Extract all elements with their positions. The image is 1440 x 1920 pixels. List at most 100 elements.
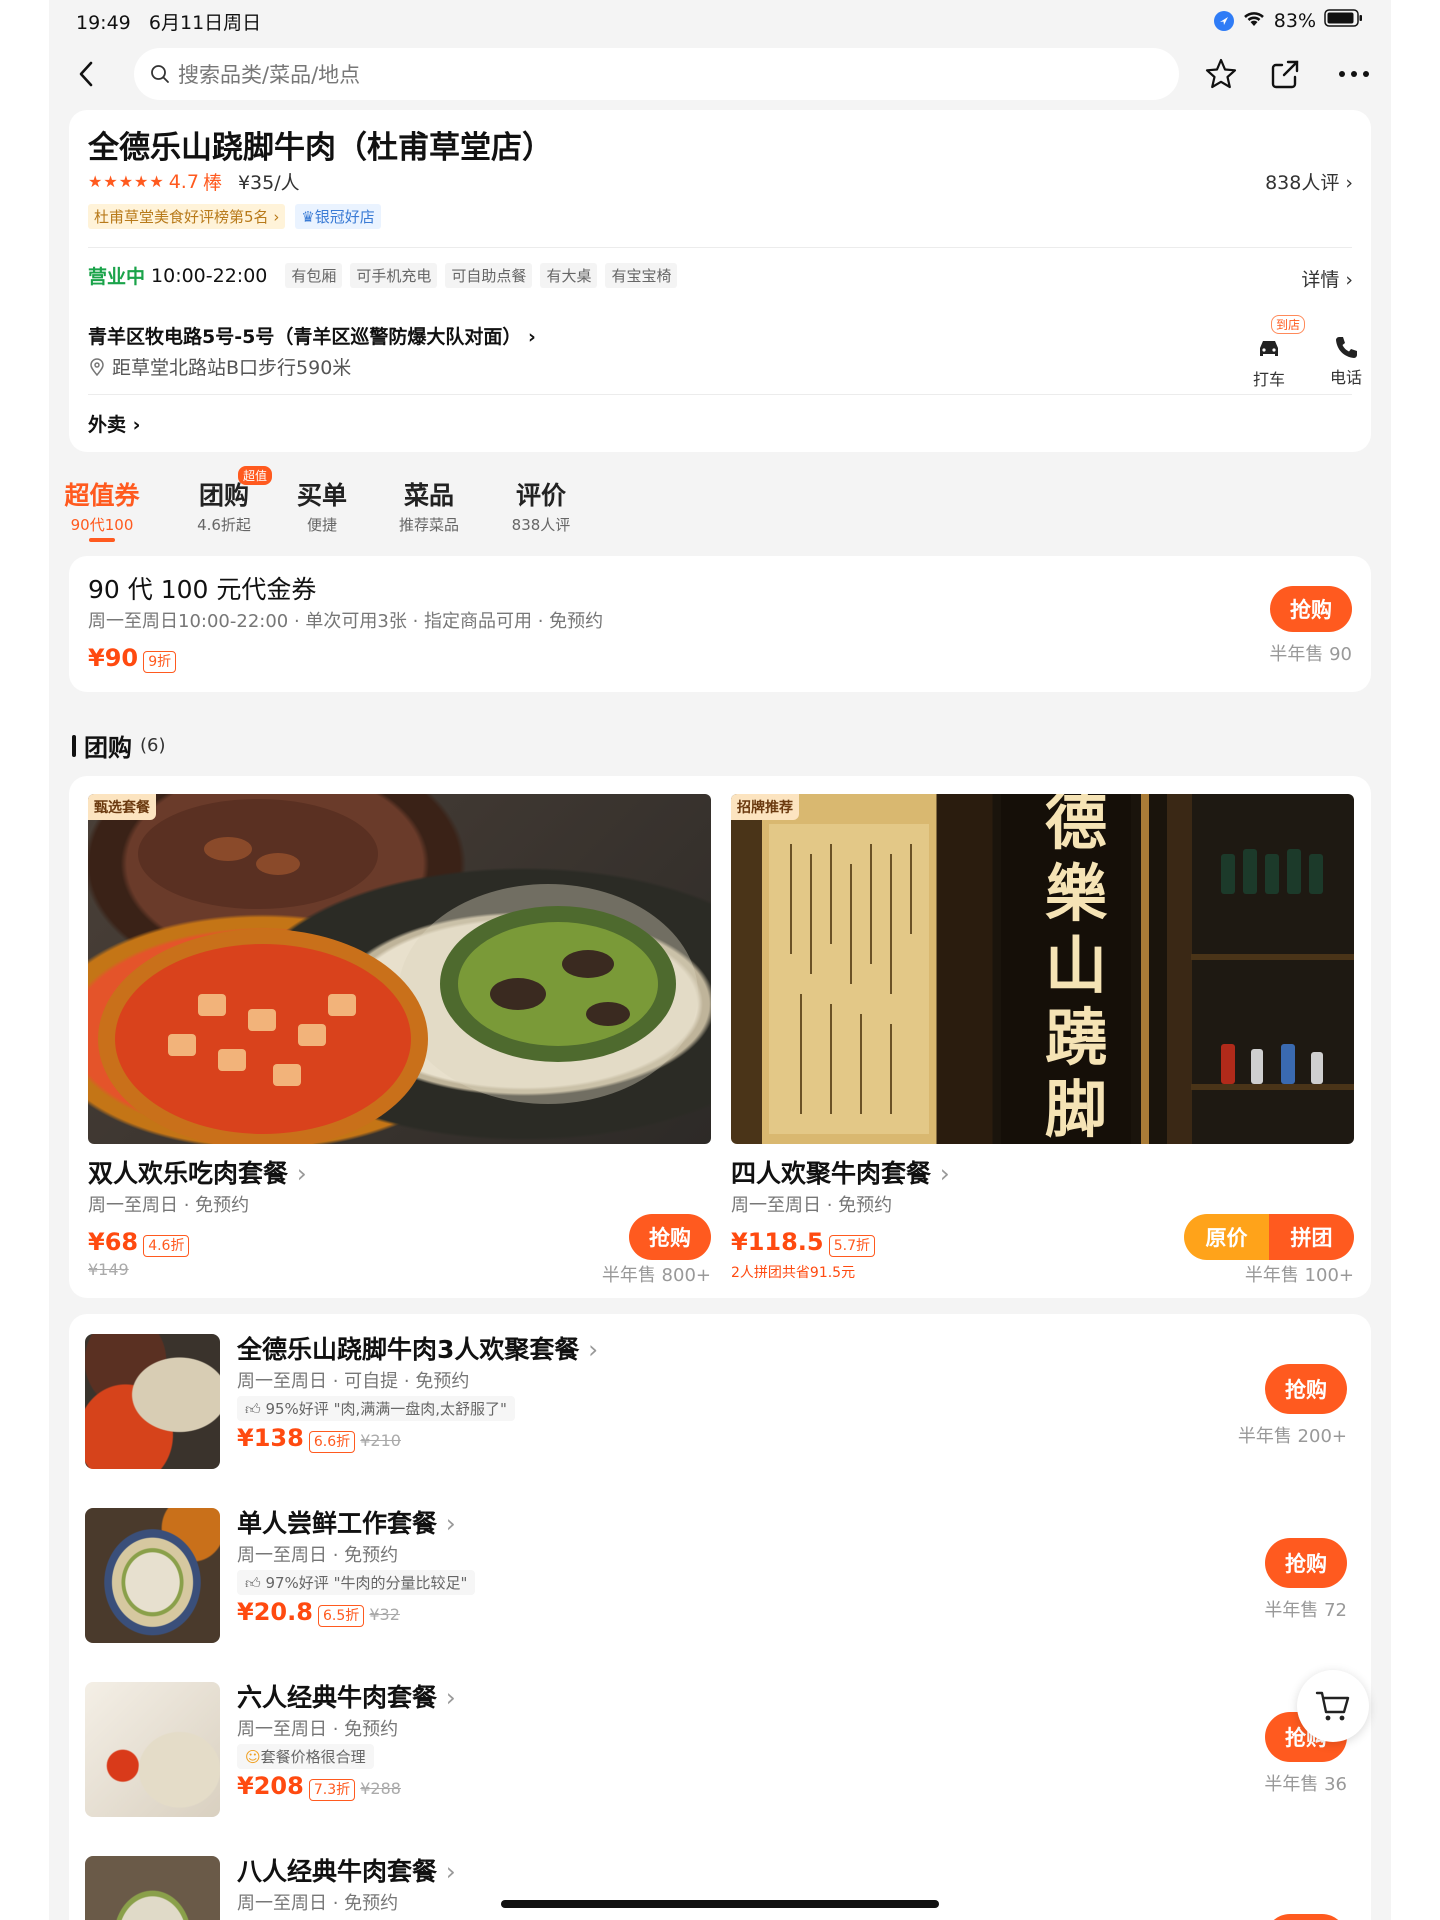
back-button[interactable] xyxy=(73,58,101,90)
featured-sold: 半年售 100+ xyxy=(1244,1265,1354,1286)
package-discount: 6.5折 xyxy=(318,1604,365,1627)
address-text: 青羊区牧电路5号-5号（青羊区巡警防爆大队对面） xyxy=(88,326,522,348)
featured-group-note: 2人拼团共省91.5元 xyxy=(731,1265,856,1281)
home-indicator[interactable] xyxy=(501,1900,939,1908)
open-hours: 10:00-22:00 xyxy=(151,264,268,287)
featured-price-row: ¥118.5 5.7折 xyxy=(731,1228,875,1257)
tab-sub: 推荐菜品 xyxy=(398,516,459,534)
package-sold: 半年售 72 xyxy=(1264,1600,1347,1621)
package-price: ¥208 xyxy=(237,1772,304,1800)
sign-char: 山 xyxy=(1044,929,1107,1002)
search-input[interactable]: 搜索品类/菜品/地点 xyxy=(134,48,1179,100)
package-price: ¥138 xyxy=(237,1424,304,1452)
package-original-price: ¥210 xyxy=(360,1431,401,1450)
thumbs-up-icon: 👍︎ xyxy=(245,1400,261,1418)
tab-dishes[interactable]: 菜品 推荐菜品 xyxy=(389,476,469,535)
featured-discount: 4.6折 xyxy=(143,1234,190,1257)
tab-label: 菜品 xyxy=(403,481,454,510)
tab-badge: 超值 xyxy=(238,466,273,485)
top-nav-bar: 搜索品类/菜品/地点 xyxy=(49,44,1391,104)
list-item[interactable]: 全德乐山跷脚牛肉3人欢聚套餐 › 周一至周日 · 可自提 · 免预约 👍︎ 95… xyxy=(69,1334,1363,1484)
featured-price-row: ¥68 4.6折 xyxy=(88,1228,190,1257)
sign-char: 脚 xyxy=(1044,1073,1107,1145)
featured-original-price: ¥149 xyxy=(88,1260,129,1279)
delivery-link[interactable]: 外卖 › xyxy=(88,410,140,437)
more-button[interactable] xyxy=(1334,54,1374,94)
voucher-card[interactable]: 90 代 100 元代金券 周一至周日10:00-22:00 · 单次可用3张 … xyxy=(69,556,1371,692)
package-name: 六人经典牛肉套餐 xyxy=(237,1683,438,1712)
chevron-right-icon: › xyxy=(588,1335,599,1364)
taxi-button[interactable]: 到店 打车 xyxy=(1239,315,1306,390)
group-section-header: 团购 (6) xyxy=(72,728,166,763)
featured-ribbon: 甄选套餐 xyxy=(88,794,156,820)
address-link[interactable]: 青羊区牧电路5号-5号（青羊区巡警防爆大队对面） › xyxy=(88,322,536,349)
feature-tag: 有大桌 xyxy=(540,263,598,288)
restaurant-photo: 德 樂 山 蹺 脚 xyxy=(731,794,1354,1144)
phone-button[interactable]: 电话 xyxy=(1321,320,1371,388)
voucher-buy-button[interactable]: 抢购 xyxy=(1270,586,1352,632)
voucher-sold: 半年售 90 xyxy=(1269,644,1352,665)
review-count-link[interactable]: 838人评 › xyxy=(1265,168,1353,195)
package-price-row: ¥20.8 6.5折 ¥32 xyxy=(237,1598,400,1627)
package-sold: 半年售 36 xyxy=(1264,1774,1347,1795)
dish-photo-detail xyxy=(98,799,698,1144)
package-name: 全德乐山跷脚牛肉3人欢聚套餐 xyxy=(237,1335,580,1364)
package-sub: 周一至周日 · 免预约 xyxy=(237,1719,399,1740)
package-buy-button[interactable]: 抢购 xyxy=(1265,1914,1347,1920)
voucher-discount: 9折 xyxy=(143,650,177,673)
tab-pay[interactable]: 买单 便捷 xyxy=(292,476,352,535)
package-review: 套餐价格很合理 xyxy=(260,1748,366,1766)
tab-sub: 4.6折起 xyxy=(197,516,251,534)
distance-text: 距草堂北路站B口步行590米 xyxy=(112,357,352,379)
featured-package[interactable]: 德 樂 山 蹺 脚 招牌推荐 四人欢聚牛肉套餐 › 周一至周日 · 免预约 ¥1… xyxy=(731,794,1354,1294)
featured-price: ¥118.5 xyxy=(731,1228,824,1256)
featured-buy-button[interactable]: 抢购 xyxy=(629,1214,711,1260)
list-item[interactable]: 六人经典牛肉套餐 › 周一至周日 · 免预约 ☺套餐价格很合理 ¥208 7.3… xyxy=(69,1682,1363,1832)
featured-name: 双人欢乐吃肉套餐 › xyxy=(88,1154,307,1190)
divider xyxy=(88,394,1352,395)
package-price-row: ¥138 6.6折 ¥210 xyxy=(237,1424,401,1453)
rank-badge[interactable]: 杜甫草堂美食好评榜第5名 › xyxy=(88,204,286,229)
voucher-price-row: ¥90 9折 xyxy=(88,644,177,673)
package-buy-button[interactable]: 抢购 xyxy=(1265,1538,1347,1588)
tab-vouchers[interactable]: 超值券 90代100 xyxy=(62,476,142,542)
sign-char: 德 xyxy=(1044,794,1107,858)
rank-badge-text: 杜甫草堂美食好评榜第5名 xyxy=(94,208,269,226)
package-buy-button[interactable]: 抢购 xyxy=(1265,1364,1347,1414)
tab-reviews[interactable]: 评价 838人评 xyxy=(501,476,581,535)
original-price-button[interactable]: 原价 xyxy=(1184,1214,1269,1260)
tab-group-buy[interactable]: 超值 团购 4.6折起 xyxy=(184,466,273,535)
phone-icon xyxy=(1336,337,1357,358)
share-icon xyxy=(1271,60,1299,89)
review-count: 838人评 xyxy=(1265,172,1340,194)
cart-button[interactable] xyxy=(1297,1670,1369,1742)
search-icon xyxy=(151,65,169,83)
share-button[interactable] xyxy=(1265,54,1305,94)
group-buy-button[interactable]: 拼团 xyxy=(1269,1214,1354,1260)
star-outline-icon xyxy=(1205,58,1237,89)
rating-row: ★★★★★ 4.7 棒 ¥35/人 xyxy=(88,168,300,195)
tab-label: 买单 xyxy=(296,481,347,510)
section-bar xyxy=(72,734,76,757)
list-item[interactable]: 八人经典牛肉套餐 › 周一至周日 · 免预约 抢购 xyxy=(69,1856,1363,1920)
car-icon xyxy=(1260,341,1278,356)
package-name: 八人经典牛肉套餐 xyxy=(237,1857,438,1886)
battery-percent: 83% xyxy=(1273,9,1316,32)
status-time: 19:49 6月11日周日 xyxy=(76,8,261,35)
location-pin-icon xyxy=(90,357,104,376)
chevron-right-icon: › xyxy=(445,1683,456,1712)
phone-label: 电话 xyxy=(1329,368,1362,387)
dish-photo xyxy=(88,794,711,1144)
list-item[interactable]: 单人尝鲜工作套餐 › 周一至周日 · 免预约 👍︎ 97%好评 "牛肉的分量比较… xyxy=(69,1508,1363,1658)
package-thumbnail xyxy=(85,1334,220,1469)
cart-icon xyxy=(1315,1691,1350,1721)
details-link[interactable]: 详情 › xyxy=(1301,265,1353,292)
more-dots-icon xyxy=(1339,71,1369,77)
package-original-price: ¥288 xyxy=(360,1779,401,1798)
featured-package[interactable]: 甄选套餐 双人欢乐吃肉套餐 › 周一至周日 · 免预约 ¥68 4.6折 ¥14… xyxy=(88,794,711,1294)
featured-sub: 周一至周日 · 免预约 xyxy=(731,1195,893,1216)
sign-char: 蹺 xyxy=(1044,1001,1107,1074)
favorite-button[interactable] xyxy=(1201,54,1241,94)
featured-name-text: 四人欢聚牛肉套餐 xyxy=(731,1159,932,1188)
voucher-desc: 周一至周日10:00-22:00 · 单次可用3张 · 指定商品可用 · 免预约 xyxy=(88,611,604,632)
